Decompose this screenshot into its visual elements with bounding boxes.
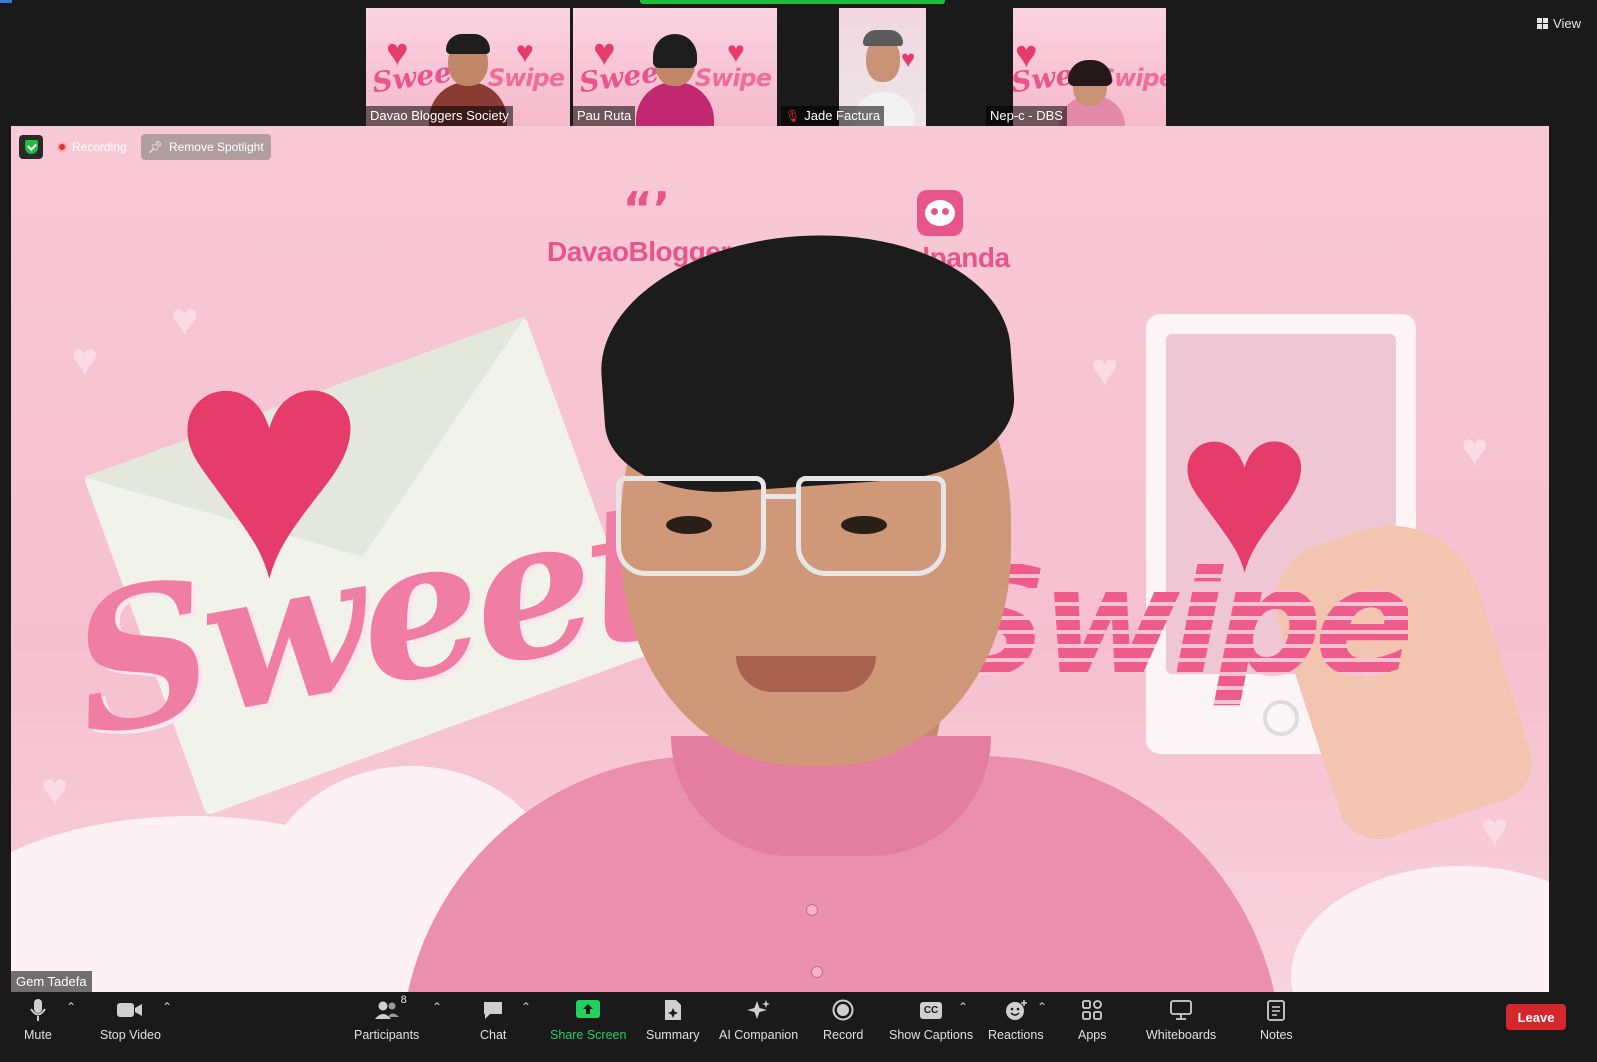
participant-thumbnail[interactable]: ♥ Sweet Swipe Nep-c - DBS: [986, 8, 1166, 126]
speaker-person: [341, 222, 1341, 992]
meeting-toolbar: Mute ⌃ Stop Video ⌃ 8 Participants ⌃ Cha…: [0, 992, 1597, 1062]
stop-video-button[interactable]: Stop Video: [100, 998, 161, 1042]
recording-dot-icon: [57, 142, 67, 152]
record-label: Record: [823, 1028, 864, 1042]
notes-label: Notes: [1260, 1028, 1293, 1042]
participants-count: 8: [400, 994, 407, 1006]
view-button[interactable]: View: [1537, 16, 1581, 31]
ai-companion-label: AI Companion: [719, 1028, 799, 1042]
share-screen-button[interactable]: Share Screen: [550, 998, 626, 1042]
show-captions-label: Show Captions: [889, 1028, 974, 1042]
ai-companion-button[interactable]: AI Companion: [719, 998, 798, 1042]
participants-options-caret-icon[interactable]: ⌃: [432, 1000, 442, 1014]
chat-options-caret-icon[interactable]: ⌃: [521, 1000, 531, 1014]
top-bar-handle[interactable]: [640, 0, 945, 4]
microphone-icon: [30, 998, 46, 1022]
active-speaker-video: ♥ ♥ ♥ ♥ ♥ ♥ “’ DavaoBloggers foodpanda ♥…: [11, 126, 1549, 992]
record-button[interactable]: Record: [823, 998, 863, 1042]
share-screen-label: Share Screen: [550, 1028, 627, 1042]
grid-view-icon: [1537, 18, 1549, 29]
whiteboard-icon: [1170, 998, 1192, 1022]
pin-icon: 📌︎: [147, 140, 163, 154]
whiteboards-label: Whiteboards: [1146, 1028, 1217, 1042]
remove-spotlight-button[interactable]: 📌︎ Remove Spotlight: [140, 134, 271, 160]
mute-label: Mute: [24, 1028, 52, 1042]
smiley-icon: [1004, 998, 1028, 1022]
participant-thumbnail[interactable]: ♥ 🎙︎ Jade Factura: [781, 8, 926, 126]
whiteboards-button[interactable]: Whiteboards: [1146, 998, 1216, 1042]
remove-spotlight-label: Remove Spotlight: [168, 140, 264, 154]
reactions-label: Reactions: [988, 1028, 1044, 1042]
heart-graphic: ♥: [1461, 423, 1489, 475]
participant-video: [636, 26, 714, 126]
mute-options-caret-icon[interactable]: ⌃: [66, 1000, 76, 1014]
summary-label: Summary: [646, 1028, 700, 1042]
closed-captions-icon: CC: [919, 998, 943, 1022]
chat-button[interactable]: Chat: [480, 998, 506, 1042]
leave-button[interactable]: Leave: [1506, 1004, 1566, 1030]
panda-icon: [917, 190, 964, 236]
mute-button[interactable]: Mute: [24, 998, 52, 1042]
summary-document-icon: [663, 998, 683, 1022]
sparkle-icon: [746, 998, 771, 1022]
share-screen-icon: [576, 998, 601, 1022]
top-indicator: [0, 0, 12, 3]
video-camera-icon: [117, 998, 143, 1022]
participant-name-tag: Pau Ruta: [573, 106, 636, 126]
record-icon: [832, 998, 854, 1022]
apps-label: Apps: [1078, 1028, 1107, 1042]
stop-video-label: Stop Video: [100, 1028, 161, 1042]
participant-name-tag: Davao Bloggers Society: [366, 106, 513, 126]
heart-graphic: ♥: [1481, 803, 1509, 855]
notes-icon: [1267, 998, 1286, 1022]
captions-options-caret-icon[interactable]: ⌃: [958, 1000, 968, 1014]
participant-name-tag: 🎙︎ Jade Factura: [781, 106, 885, 126]
chat-label: Chat: [480, 1028, 507, 1042]
view-label: View: [1553, 16, 1581, 31]
reactions-button[interactable]: Reactions: [988, 998, 1044, 1042]
recording-label: Recording: [72, 140, 127, 154]
recording-indicator[interactable]: Recording: [51, 137, 133, 157]
participants-label: Participants: [354, 1028, 420, 1042]
participant-thumbnail[interactable]: ♥ ♥ Sweet Swipe Pau Ruta: [573, 8, 777, 126]
participants-icon: 8: [374, 994, 407, 1022]
chat-bubble-icon: [482, 998, 504, 1022]
notes-button[interactable]: Notes: [1260, 998, 1293, 1042]
apps-button[interactable]: Apps: [1078, 998, 1107, 1042]
summary-button[interactable]: Summary: [646, 998, 699, 1042]
security-shield-icon[interactable]: [19, 135, 43, 159]
zoom-meeting-window: View ♥ ♥ Sweet Swipe Davao Bloggers Soci…: [0, 0, 1597, 1062]
participant-thumbnail[interactable]: ♥ ♥ Sweet Swipe Davao Bloggers Society: [366, 8, 570, 126]
heart-graphic: ♥: [71, 333, 99, 385]
speaker-name-tag: Gem Tadefa: [11, 971, 92, 992]
participants-button[interactable]: 8 Participants: [354, 994, 420, 1042]
reactions-options-caret-icon[interactable]: ⌃: [1037, 1000, 1047, 1014]
video-options-caret-icon[interactable]: ⌃: [162, 1000, 172, 1014]
apps-icon: [1082, 998, 1103, 1022]
heart-graphic: ♥: [901, 46, 916, 73]
participant-name-tag: Nep-c - DBS: [986, 106, 1067, 126]
heart-graphic: ♥: [41, 763, 69, 815]
muted-mic-icon: 🎙︎: [785, 108, 801, 123]
